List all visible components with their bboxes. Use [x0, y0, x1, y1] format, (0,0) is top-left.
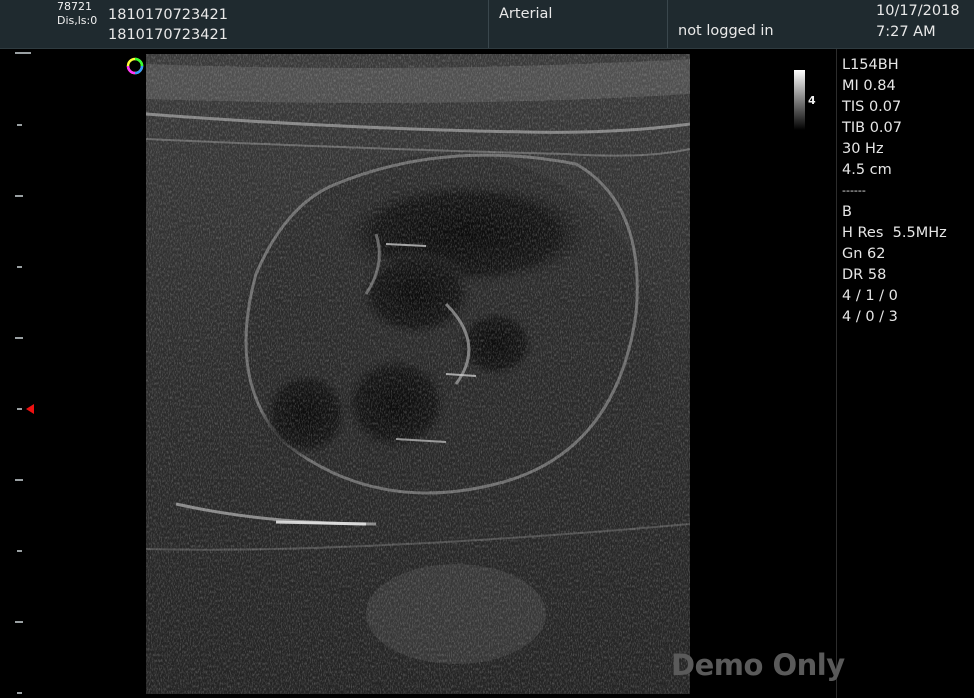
login-status[interactable]: not logged in — [678, 23, 774, 39]
exam-type: Arterial — [499, 6, 553, 22]
depth-tick — [15, 52, 31, 54]
depth-tick — [17, 408, 22, 410]
ultrasound-image[interactable] — [146, 54, 690, 694]
demo-watermark: Demo Only — [671, 648, 845, 682]
depth-tick — [15, 621, 23, 623]
depth-tick — [15, 337, 23, 339]
header-bar: 78721 Dis,ls:0 1810170723421 18101707234… — [0, 0, 974, 49]
exam-date: 10/17/2018 — [876, 3, 960, 19]
ultrasound-scan — [146, 54, 690, 694]
header-id-number: 78721 — [57, 0, 92, 13]
depth-scale — [0, 49, 146, 698]
thermal-index-bone: TIB 0.07 — [842, 120, 902, 136]
processing-preset-1: 4 / 1 / 0 — [842, 288, 898, 304]
exam-time: 7:27 AM — [876, 24, 936, 40]
depth-tick — [17, 266, 22, 268]
param-separator: ------ — [842, 184, 866, 197]
frame-rate: 30 Hz — [842, 141, 884, 157]
header-divider — [667, 0, 668, 48]
focus-marker-icon[interactable] — [26, 404, 34, 414]
depth-tick — [17, 550, 22, 552]
depth-tick — [17, 124, 22, 126]
gain: Gn 62 — [842, 246, 886, 262]
depth-tick — [17, 692, 22, 694]
dynamic-range: DR 58 — [842, 267, 887, 283]
header-display-settings: Dis,ls:0 — [57, 14, 98, 27]
grayscale-label: 4 — [808, 94, 816, 107]
mechanical-index: MI 0.84 — [842, 78, 896, 94]
frequency-setting: H Res 5.5MHz — [842, 225, 947, 241]
patient-id-secondary: 1810170723421 — [108, 27, 228, 43]
probe-model: L154BH — [842, 57, 899, 73]
header-divider — [488, 0, 489, 48]
orientation-marker-icon — [126, 57, 144, 75]
image-depth: 4.5 cm — [842, 162, 892, 178]
depth-tick — [15, 195, 23, 197]
imaging-mode: B — [842, 204, 852, 220]
thermal-index-soft: TIS 0.07 — [842, 99, 902, 115]
grayscale-bar — [794, 70, 805, 130]
processing-preset-2: 4 / 0 / 3 — [842, 309, 898, 325]
patient-id-primary: 1810170723421 — [108, 7, 228, 23]
depth-tick — [15, 479, 23, 481]
